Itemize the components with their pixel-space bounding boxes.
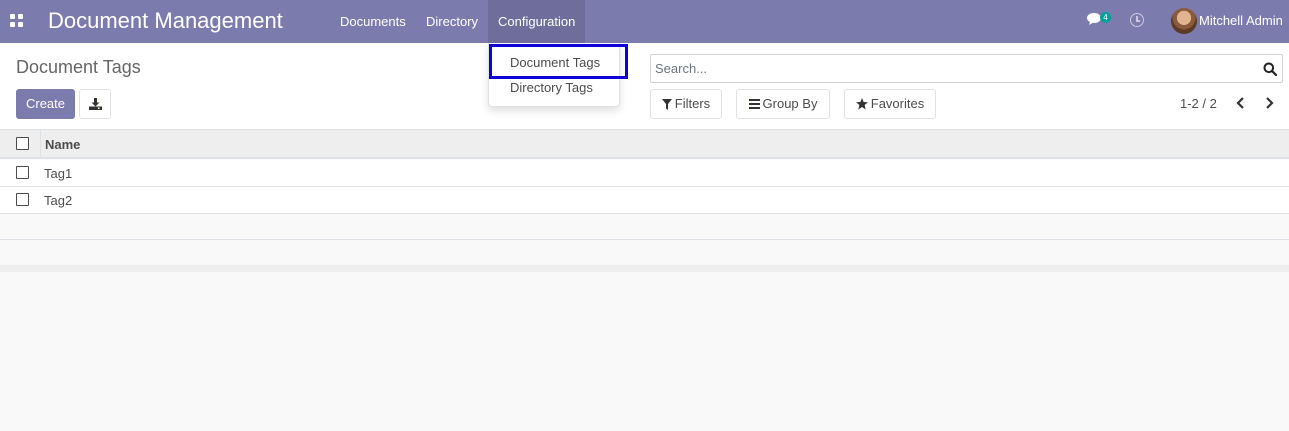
top-navbar: Document Management Documents Directory … bbox=[0, 0, 1289, 43]
page-title: Document Tags bbox=[16, 57, 141, 77]
favorites-button[interactable]: Favorites bbox=[844, 89, 936, 119]
group-by-button[interactable]: Group By bbox=[736, 89, 830, 119]
download-icon bbox=[89, 98, 102, 110]
list-footer bbox=[0, 265, 1289, 272]
search-input[interactable] bbox=[651, 55, 1251, 82]
download-button[interactable] bbox=[79, 89, 111, 119]
app-title[interactable]: Document Management bbox=[48, 8, 283, 34]
row-checkbox[interactable] bbox=[16, 193, 29, 206]
select-all-checkbox[interactable] bbox=[16, 137, 29, 150]
menu-configuration[interactable]: Configuration bbox=[488, 0, 586, 43]
pager-value[interactable]: 1-2 / 2 bbox=[1180, 96, 1217, 111]
apps-menu-icon[interactable] bbox=[10, 14, 23, 27]
dropdown-item-directory-tags[interactable]: Directory Tags bbox=[489, 76, 621, 100]
empty-row bbox=[0, 240, 1289, 266]
create-button[interactable]: Create bbox=[16, 89, 75, 119]
table-row[interactable]: Tag2 bbox=[0, 187, 1289, 214]
control-panel: Document Tags Create Filters Group By bbox=[0, 43, 1289, 130]
pager-next-icon[interactable] bbox=[1262, 95, 1276, 111]
menu-documents[interactable]: Documents bbox=[330, 0, 416, 43]
star-icon bbox=[855, 98, 868, 110]
group-by-icon bbox=[748, 99, 760, 109]
list-header: Name bbox=[0, 130, 1289, 159]
group-by-label: Group By bbox=[762, 96, 818, 111]
filters-button[interactable]: Filters bbox=[650, 89, 722, 119]
table-row[interactable]: Tag1 bbox=[0, 160, 1289, 187]
user-avatar[interactable] bbox=[1171, 8, 1197, 34]
chat-badge: 4 bbox=[1100, 12, 1111, 23]
favorites-label: Favorites bbox=[870, 96, 925, 111]
row-checkbox[interactable] bbox=[16, 166, 29, 179]
filters-label: Filters bbox=[674, 96, 711, 111]
configuration-dropdown: Document Tags Directory Tags bbox=[488, 43, 620, 107]
activity-clock-icon[interactable] bbox=[1130, 13, 1144, 27]
search-icon[interactable] bbox=[1263, 62, 1277, 76]
search-box bbox=[650, 54, 1283, 83]
dropdown-item-document-tags[interactable]: Document Tags bbox=[489, 51, 621, 75]
row-name: Tag1 bbox=[44, 166, 73, 181]
menu-directory[interactable]: Directory bbox=[416, 0, 488, 43]
filter-icon bbox=[661, 98, 672, 110]
row-name: Tag2 bbox=[44, 193, 73, 208]
user-name[interactable]: Mitchell Admin bbox=[1199, 13, 1283, 28]
column-separator bbox=[40, 130, 41, 157]
column-header-name[interactable]: Name bbox=[45, 137, 80, 152]
pager-previous-icon[interactable] bbox=[1234, 95, 1248, 111]
empty-row bbox=[0, 214, 1289, 240]
